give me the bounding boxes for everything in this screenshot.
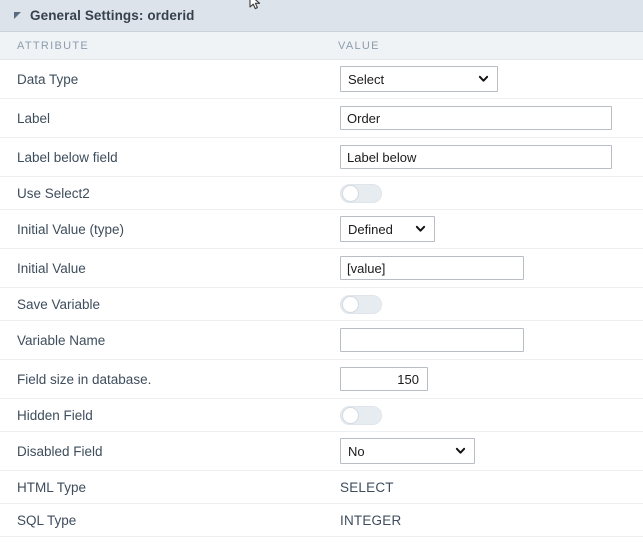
column-header-value: VALUE	[338, 39, 380, 52]
chevron-down-icon	[415, 225, 426, 232]
table-row: HTML Type SELECT	[0, 471, 643, 504]
table-row: Data Type Select	[0, 60, 643, 99]
row-label-initial-value-type: Initial Value (type)	[17, 221, 125, 237]
input-initial-value[interactable]	[340, 256, 524, 280]
settings-table: Data Type Select Label Label below field Use…	[0, 60, 643, 537]
table-row: Disabled Field No	[0, 432, 643, 471]
row-value-html-type: SELECT	[330, 480, 643, 495]
row-label-save-variable: Save Variable	[17, 296, 101, 312]
row-value-initial-value-type: Defined	[330, 216, 643, 242]
chevron-down-icon	[455, 447, 466, 454]
row-label-use-select2: Use Select2	[17, 185, 90, 201]
toggle-knob	[342, 295, 359, 313]
select-value-data-type: Select	[348, 71, 385, 87]
toggle-save-variable[interactable]	[340, 294, 382, 314]
chevron-down-icon	[478, 75, 489, 82]
row-label-hidden-field: Hidden Field	[17, 407, 93, 423]
toggle-knob	[342, 406, 359, 424]
table-row: Save Variable	[0, 288, 643, 321]
input-field-size-in-database[interactable]	[340, 367, 428, 391]
table-column-header: ATTRIBUTE VALUE	[0, 32, 643, 60]
row-label-label: Label	[17, 110, 51, 126]
row-value-label	[330, 106, 643, 130]
row-value-initial-value	[330, 256, 643, 280]
table-row: Hidden Field	[0, 399, 643, 432]
table-row: Label below field	[0, 138, 643, 177]
row-label-sql-type: SQL Type	[17, 512, 77, 528]
select-value-initial-value-type: Defined	[348, 221, 393, 237]
row-value-data-type: Select	[330, 66, 643, 92]
row-label-field-size-in-database: Field size in database.	[17, 371, 152, 387]
panel-title-bar[interactable]: General Settings: orderid	[0, 0, 643, 32]
row-value-use-select2	[330, 183, 643, 203]
input-variable-name[interactable]	[340, 328, 524, 352]
select-data-type[interactable]: Select	[340, 66, 498, 92]
row-label-label-below-field: Label below field	[17, 149, 118, 165]
row-value-variable-name	[330, 328, 643, 352]
row-value-save-variable	[330, 294, 643, 314]
row-label-html-type: HTML Type	[17, 479, 87, 495]
table-row: Variable Name	[0, 321, 643, 360]
select-initial-value-type[interactable]: Defined	[340, 216, 435, 242]
row-value-sql-type: INTEGER	[330, 513, 643, 528]
table-row: Initial Value (type) Defined	[0, 210, 643, 249]
row-label-disabled-field: Disabled Field	[17, 443, 103, 459]
toggle-hidden-field[interactable]	[340, 405, 382, 425]
toggle-use-select2[interactable]	[340, 183, 382, 203]
select-value-disabled-field: No	[348, 443, 365, 459]
input-label[interactable]	[340, 106, 612, 130]
row-value-label-below-field	[330, 145, 643, 169]
table-row: Label	[0, 99, 643, 138]
table-row: Field size in database.	[0, 360, 643, 399]
row-value-hidden-field	[330, 405, 643, 425]
row-value-disabled-field: No	[330, 438, 643, 464]
row-label-variable-name: Variable Name	[17, 332, 106, 348]
toggle-knob	[342, 184, 359, 202]
select-disabled-field[interactable]: No	[340, 438, 475, 464]
row-label-data-type: Data Type	[17, 71, 79, 87]
static-value-html-type: SELECT	[340, 479, 394, 495]
table-row: SQL Type INTEGER	[0, 504, 643, 537]
table-row: Use Select2	[0, 177, 643, 210]
row-label-initial-value: Initial Value	[17, 260, 86, 276]
triangle-collapse-icon[interactable]	[14, 11, 21, 19]
row-value-field-size-in-database	[330, 367, 643, 391]
static-value-sql-type: INTEGER	[340, 512, 402, 528]
table-row: Initial Value	[0, 249, 643, 288]
settings-panel: General Settings: orderid ATTRIBUTE VALU…	[0, 0, 643, 542]
input-label-below-field[interactable]	[340, 145, 612, 169]
page-title: General Settings: orderid	[30, 8, 195, 23]
column-header-attribute: ATTRIBUTE	[17, 39, 89, 52]
